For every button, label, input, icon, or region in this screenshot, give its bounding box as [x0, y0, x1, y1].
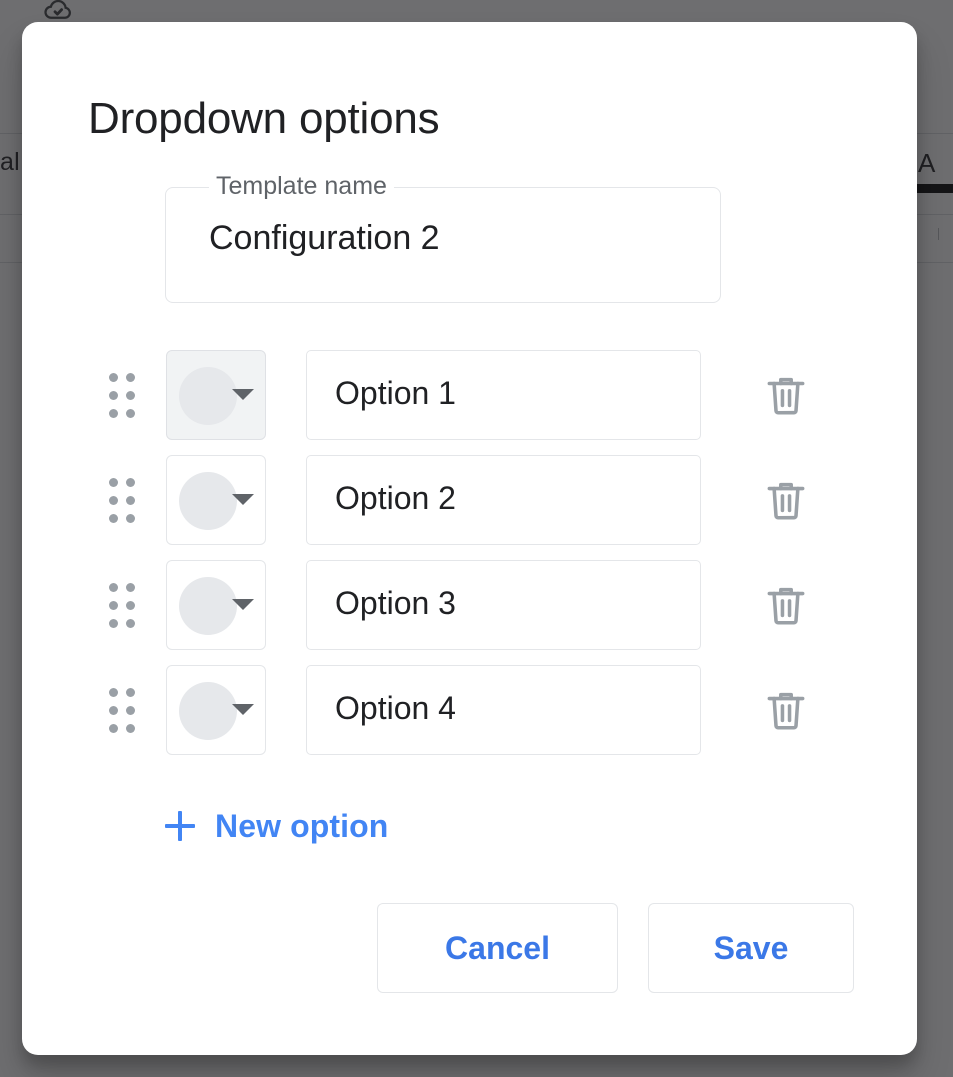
delete-option-button[interactable]	[757, 681, 815, 739]
chevron-down-icon	[232, 494, 254, 505]
dropdown-options-dialog: Dropdown options Template name Configura…	[22, 22, 917, 1055]
color-swatch	[179, 577, 237, 635]
color-swatch	[179, 367, 237, 425]
option-row: Option 3	[22, 560, 917, 650]
trash-icon	[767, 692, 805, 730]
template-name-input[interactable]: Configuration 2	[209, 219, 440, 258]
option-row: Option 2	[22, 455, 917, 545]
save-button[interactable]: Save	[648, 903, 854, 993]
trash-icon	[767, 377, 805, 415]
trash-icon	[767, 587, 805, 625]
chevron-down-icon	[232, 704, 254, 715]
option-color-select[interactable]	[166, 560, 266, 650]
option-text-value: Option 1	[335, 375, 456, 411]
template-name-label: Template name	[209, 172, 394, 201]
cancel-button[interactable]: Cancel	[377, 903, 618, 993]
option-text-value: Option 2	[335, 480, 456, 516]
option-text-input[interactable]: Option 1	[306, 350, 701, 440]
option-text-input[interactable]: Option 3	[306, 560, 701, 650]
drag-handle-icon[interactable]	[105, 683, 139, 737]
option-color-select[interactable]	[166, 665, 266, 755]
color-swatch	[179, 682, 237, 740]
plus-icon	[165, 811, 195, 841]
color-swatch	[179, 472, 237, 530]
option-color-select[interactable]	[166, 455, 266, 545]
save-button-label: Save	[713, 929, 789, 966]
option-text-value: Option 4	[335, 690, 456, 726]
cancel-button-label: Cancel	[445, 929, 550, 966]
new-option-button[interactable]: New option	[165, 798, 388, 854]
new-option-label: New option	[215, 807, 389, 844]
delete-option-button[interactable]	[757, 471, 815, 529]
delete-option-button[interactable]	[757, 366, 815, 424]
drag-handle-icon[interactable]	[105, 368, 139, 422]
option-color-select[interactable]	[166, 350, 266, 440]
template-name-field[interactable]: Template name Configuration 2	[165, 172, 721, 303]
chevron-down-icon	[232, 389, 254, 400]
dialog-title: Dropdown options	[88, 94, 440, 143]
drag-handle-icon[interactable]	[105, 578, 139, 632]
trash-icon	[767, 482, 805, 520]
option-text-value: Option 3	[335, 585, 456, 621]
option-text-input[interactable]: Option 2	[306, 455, 701, 545]
drag-handle-icon[interactable]	[105, 473, 139, 527]
option-row: Option 1	[22, 350, 917, 440]
chevron-down-icon	[232, 599, 254, 610]
delete-option-button[interactable]	[757, 576, 815, 634]
option-row: Option 4	[22, 665, 917, 755]
option-text-input[interactable]: Option 4	[306, 665, 701, 755]
